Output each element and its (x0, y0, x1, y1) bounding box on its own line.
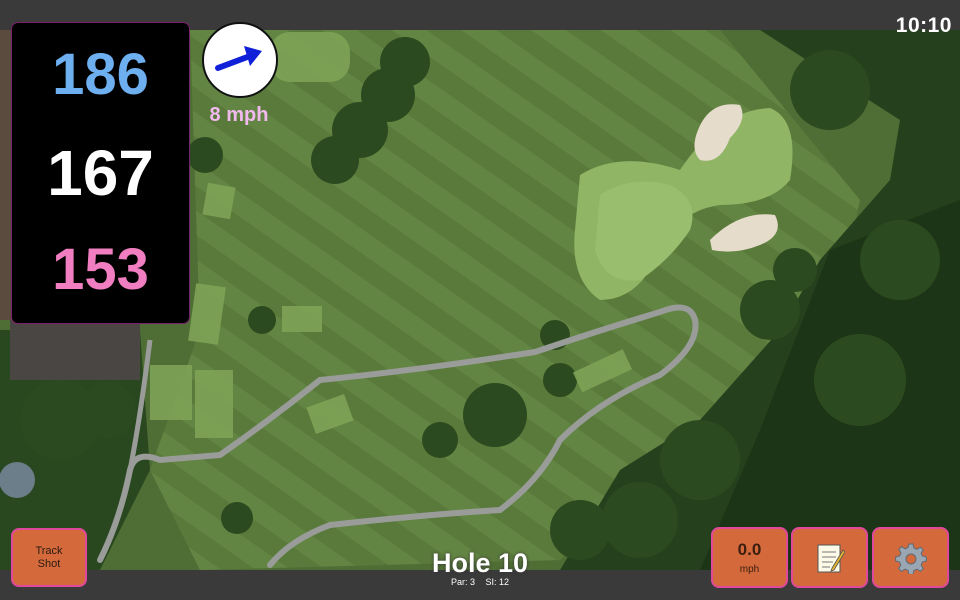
notes-button[interactable] (791, 527, 868, 588)
wind-direction-arrow-icon (215, 46, 262, 71)
clock: 10:10 (895, 14, 952, 37)
track-shot-button[interactable]: Track Shot (11, 528, 87, 587)
speed-button[interactable]: 0.0 mph (711, 527, 788, 588)
speed-value: 0.0 (737, 540, 762, 559)
notepad-icon (817, 544, 845, 572)
front-distance: 153 (52, 237, 149, 302)
track-shot-label-line1: Track (35, 544, 63, 557)
gear-icon (894, 543, 927, 574)
wind-direction-indicator (202, 22, 278, 98)
hole-stroke-index: SI: 12 (485, 577, 510, 587)
hole-title: Hole 10 (431, 548, 529, 578)
speed-unit: mph (739, 564, 760, 575)
hole-info: Par: 3 SI: 12 (380, 577, 580, 587)
middle-distance: 167 (47, 137, 154, 209)
wind-speed: 8 mph (209, 104, 269, 126)
hole-par: Par: 3 (450, 577, 475, 587)
settings-button[interactable] (872, 527, 949, 588)
distance-panel: 186 167 153 (11, 22, 190, 324)
track-shot-label-line2: Shot (37, 557, 61, 570)
back-distance: 186 (52, 42, 149, 107)
